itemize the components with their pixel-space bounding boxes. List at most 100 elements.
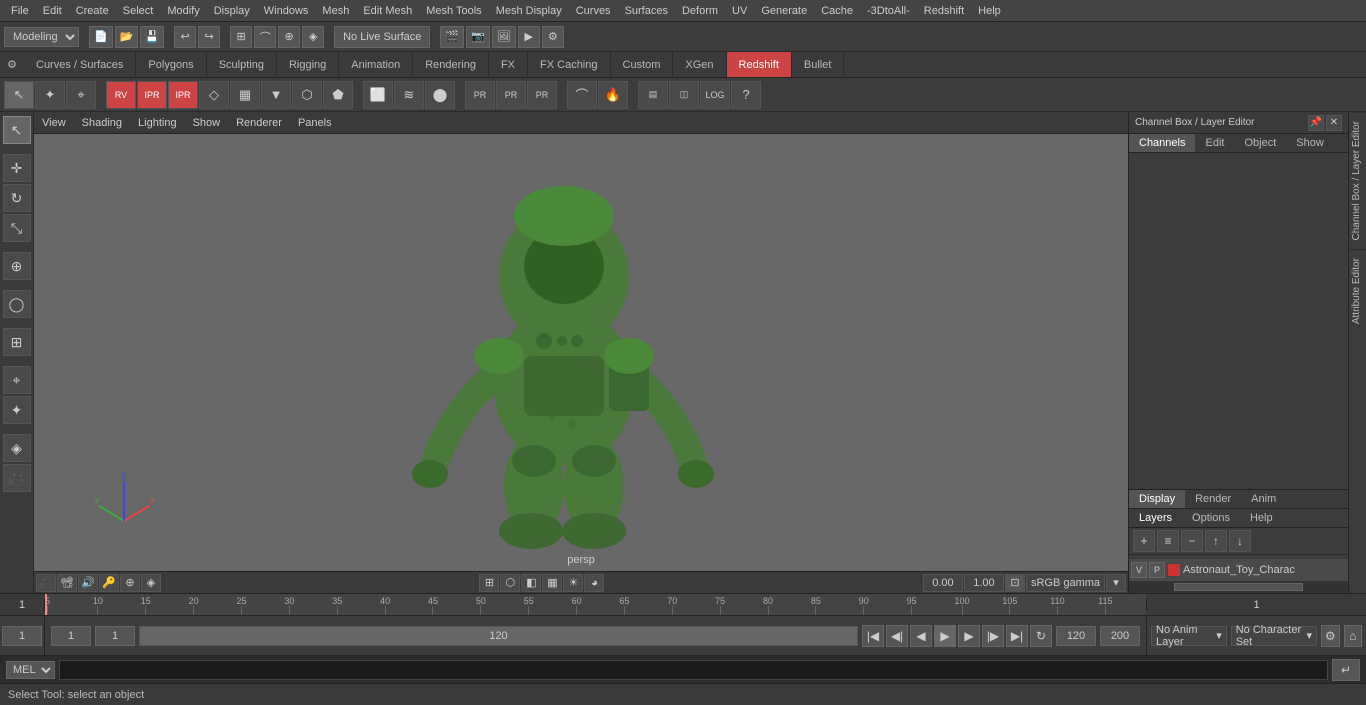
- menu-help[interactable]: Help: [971, 3, 1008, 19]
- menu-modify[interactable]: Modify: [160, 3, 206, 19]
- menu-deform[interactable]: Deform: [675, 3, 725, 19]
- menu-mesh-tools[interactable]: Mesh Tools: [419, 3, 488, 19]
- rp-close-btn[interactable]: ✕: [1326, 115, 1342, 131]
- layer-tab-display[interactable]: Display: [1129, 490, 1185, 508]
- menu-create[interactable]: Create: [69, 3, 116, 19]
- tab-curves-surfaces[interactable]: Curves / Surfaces: [24, 52, 136, 77]
- menu-edit-mesh[interactable]: Edit Mesh: [356, 3, 419, 19]
- render2-btn[interactable]: 🖼: [492, 26, 516, 48]
- redshift-btn2[interactable]: IPR: [137, 81, 167, 109]
- layer-new-btn[interactable]: +: [1133, 530, 1155, 552]
- prev-key-btn[interactable]: ◀|: [886, 625, 908, 647]
- vp-cam-icon[interactable]: 🎥: [36, 574, 56, 592]
- char-set-drop[interactable]: No Character Set ▾: [1231, 626, 1317, 646]
- tab-animation[interactable]: Animation: [339, 52, 413, 77]
- mode-tabs-gear[interactable]: ⚙: [0, 58, 24, 71]
- vp-wire-icon[interactable]: ⬡: [500, 574, 520, 592]
- undo-btn[interactable]: ↩: [174, 26, 196, 48]
- vp-grid-icon[interactable]: ⊞: [479, 574, 499, 592]
- ch-tab-show[interactable]: Show: [1286, 134, 1334, 152]
- cmd-input[interactable]: [59, 660, 1328, 680]
- rp-pin-btn[interactable]: 📌: [1308, 115, 1324, 131]
- vp-input1[interactable]: 0.00: [923, 574, 963, 592]
- lang-select[interactable]: MEL: [6, 661, 55, 679]
- live-surface-btn[interactable]: No Live Surface: [334, 26, 430, 48]
- viewport-canvas[interactable]: X Y Z persp: [34, 134, 1128, 571]
- soft-select-btn[interactable]: ◯: [3, 290, 31, 318]
- end-frame[interactable]: 120: [1056, 626, 1096, 646]
- menu-cache[interactable]: Cache: [814, 3, 860, 19]
- frame-field2[interactable]: 1: [95, 626, 135, 646]
- layer-tab-anim[interactable]: Anim: [1241, 490, 1286, 508]
- layer-playback[interactable]: P: [1149, 562, 1165, 578]
- vp-input2[interactable]: 1.00: [964, 574, 1004, 592]
- vp-gamma-label[interactable]: sRGB gamma: [1026, 574, 1105, 592]
- tab-fx-caching[interactable]: FX Caching: [528, 52, 610, 77]
- paint-select-btn[interactable]: ✦: [3, 396, 31, 424]
- scale-btn[interactable]: ⤡: [3, 214, 31, 242]
- vp-shaded-icon[interactable]: ◧: [521, 574, 541, 592]
- show-manip-btn[interactable]: ⊞: [3, 328, 31, 356]
- menu-curves[interactable]: Curves: [569, 3, 618, 19]
- lasso-btn[interactable]: ⌖: [66, 81, 96, 109]
- vp-menu-shading[interactable]: Shading: [78, 115, 126, 131]
- rs-log[interactable]: LOG: [700, 81, 730, 109]
- rotate-btn[interactable]: ↻: [3, 184, 31, 212]
- rs-circle[interactable]: ⬤: [425, 81, 455, 109]
- render-btn[interactable]: 🎬: [440, 26, 464, 48]
- menu-select[interactable]: Select: [116, 3, 161, 19]
- open-file-btn[interactable]: 📂: [115, 26, 139, 48]
- menu-mesh-display[interactable]: Mesh Display: [489, 3, 569, 19]
- tab-rendering[interactable]: Rendering: [413, 52, 489, 77]
- redshift-btn3[interactable]: IPR: [168, 81, 198, 109]
- vtab-channel-box[interactable]: Channel Box / Layer Editor: [1349, 112, 1366, 249]
- vp-snap-icon[interactable]: ◈: [141, 574, 161, 592]
- snap-surface-btn[interactable]: ◈: [302, 26, 324, 48]
- menu-mesh[interactable]: Mesh: [315, 3, 356, 19]
- vtab-attribute-editor[interactable]: Attribute Editor: [1349, 249, 1366, 332]
- vp-light-icon[interactable]: ☀: [563, 574, 583, 592]
- rs-pr3[interactable]: PR: [527, 81, 557, 109]
- layer-new2-btn[interactable]: ≡: [1157, 530, 1179, 552]
- current-frame[interactable]: 1: [2, 626, 42, 646]
- max-frame[interactable]: 200: [1100, 626, 1140, 646]
- tab-fx[interactable]: FX: [489, 52, 528, 77]
- next-frame-btn[interactable]: ▶: [958, 625, 980, 647]
- camera-btn[interactable]: 🎥: [3, 464, 31, 492]
- menu-surfaces[interactable]: Surfaces: [618, 3, 675, 19]
- layer-del-btn[interactable]: −: [1181, 530, 1203, 552]
- loop-btn[interactable]: ↻: [1030, 625, 1052, 647]
- vp-gamma-arrow[interactable]: ▾: [1106, 574, 1126, 592]
- universal-btn[interactable]: ⊕: [3, 252, 31, 280]
- anim-key-btn[interactable]: ⌂: [1344, 625, 1363, 647]
- ch-tab-edit[interactable]: Edit: [1195, 134, 1234, 152]
- next-key-btn[interactable]: |▶: [982, 625, 1004, 647]
- time-indicator[interactable]: [45, 594, 47, 615]
- paint-select-btn[interactable]: ✦: [35, 81, 65, 109]
- layer-visibility[interactable]: V: [1131, 562, 1147, 578]
- ipr-btn[interactable]: 📷: [466, 26, 490, 48]
- layer-row[interactable]: V P Astronaut_Toy_Charac: [1129, 559, 1348, 581]
- select-tool-btn[interactable]: ↖: [4, 81, 34, 109]
- snap-live-btn[interactable]: ◈: [3, 434, 31, 462]
- rs-flame[interactable]: 🔥: [598, 81, 628, 109]
- redo-btn[interactable]: ↪: [198, 26, 220, 48]
- vp-shadow-icon[interactable]: ◕: [584, 574, 604, 592]
- anim-settings-btn[interactable]: ⚙: [1321, 625, 1340, 647]
- tab-rigging[interactable]: Rigging: [277, 52, 339, 77]
- rs-wave[interactable]: ≋: [394, 81, 424, 109]
- tab-custom[interactable]: Custom: [611, 52, 674, 77]
- vp-menu-panels[interactable]: Panels: [294, 115, 336, 131]
- move-btn[interactable]: ✛: [3, 154, 31, 182]
- new-file-btn[interactable]: 📄: [89, 26, 113, 48]
- layer-color-swatch[interactable]: [1167, 563, 1181, 577]
- rs-mat2[interactable]: ◫: [669, 81, 699, 109]
- rs-grid[interactable]: ▦: [230, 81, 260, 109]
- save-file-btn[interactable]: 💾: [140, 26, 164, 48]
- tab-bullet[interactable]: Bullet: [792, 52, 845, 77]
- tab-sculpting[interactable]: Sculpting: [207, 52, 277, 77]
- vp-key-icon[interactable]: 🔑: [99, 574, 119, 592]
- vp-sound-icon[interactable]: 🔊: [78, 574, 98, 592]
- select-btn[interactable]: ↖: [3, 116, 31, 144]
- layer-move-up-btn[interactable]: ↑: [1205, 530, 1227, 552]
